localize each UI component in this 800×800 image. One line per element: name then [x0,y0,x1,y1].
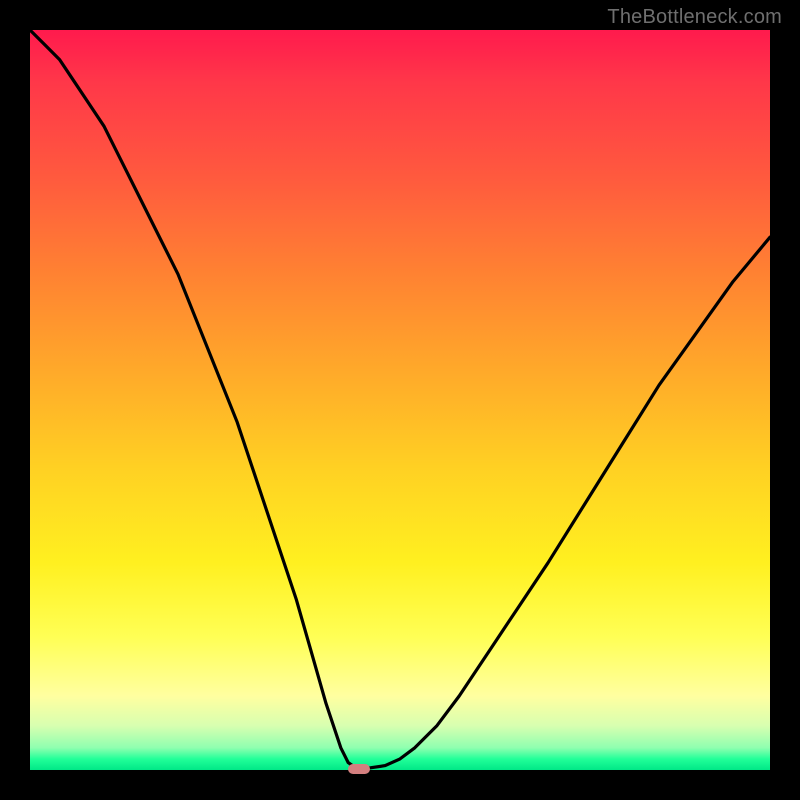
chart-frame: TheBottleneck.com [0,0,800,800]
curve-path [30,30,770,769]
bottleneck-curve [30,30,770,770]
plot-area [30,30,770,770]
optimal-point-marker [348,764,370,774]
watermark-text: TheBottleneck.com [607,6,782,29]
